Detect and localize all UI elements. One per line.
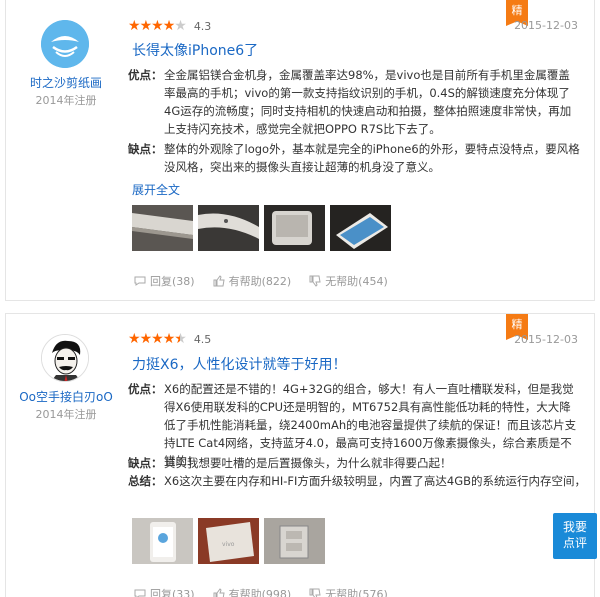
pros-label: 优点：: [128, 68, 163, 82]
reply-count: 回复(38): [150, 275, 195, 288]
cons-row: 缺点： 其实我想要吐槽的是后置摄像头，为什么就非得要凸起！: [128, 454, 580, 472]
review-actions: 回复(33) 有帮助(998) 无帮助(576): [134, 586, 388, 597]
star-icon: ★: [139, 331, 153, 347]
cons-text: 整体的外观除了logo外，基本就是完全的iPhone6的外形，要特点没特点，要风…: [164, 142, 580, 174]
summary-text: X6这次主要在内存和HI-FI方面升级较明显，内置了高达4GB的系统运行内存空间…: [164, 474, 580, 488]
avatar[interactable]: [41, 334, 89, 382]
pros-row: 优点： 全金属铝镁合金机身，金属覆盖率达98%，是vivo也是目前所有手机里金属…: [128, 66, 580, 138]
review-photo[interactable]: vivo: [198, 518, 259, 564]
unhelpful-count: 无帮助(454): [325, 275, 388, 288]
cons-label: 缺点：: [128, 456, 163, 470]
review-date: 2015-12-03: [514, 333, 578, 346]
unhelpful-button[interactable]: 无帮助(454): [309, 273, 388, 289]
user-name[interactable]: 时之沙剪纸画: [6, 74, 126, 91]
unhelpful-button[interactable]: 无帮助(576): [309, 586, 388, 597]
write-review-line2: 点评: [562, 536, 587, 550]
star-icon: ★: [128, 331, 141, 347]
review-photo[interactable]: [264, 518, 325, 564]
user-registered: 2014年注册: [35, 408, 97, 421]
rating-score: 4.5: [193, 332, 212, 346]
review-photo[interactable]: [132, 205, 193, 251]
unhelpful-count: 无帮助(576): [325, 588, 388, 597]
reply-button[interactable]: 回复(33): [134, 586, 195, 597]
helpful-button[interactable]: 有帮助(998): [213, 586, 292, 597]
star-icon: ★: [162, 18, 176, 34]
avatar[interactable]: [41, 20, 89, 68]
expand-link[interactable]: 展开全文: [132, 181, 180, 198]
star-icon: ★: [151, 18, 164, 34]
review-title[interactable]: 力挺X6，人性化设计就等于好用！: [132, 354, 347, 374]
star-icon: ★: [162, 331, 176, 347]
star-icon: ★: [174, 18, 187, 34]
rating-stars: ★ ★ ★ ★ ★ 4.5: [128, 332, 211, 346]
review-photo[interactable]: [264, 205, 325, 251]
summary-label: 总结：: [128, 474, 163, 488]
pros-text: 全金属铝镁合金机身，金属覆盖率达98%，是vivo也是目前所有手机里金属覆盖率最…: [164, 68, 572, 136]
thumbs-down-icon: [309, 275, 321, 287]
rating-score: 4.3: [193, 19, 212, 33]
review-photo[interactable]: [198, 205, 259, 251]
star-icon: ★: [128, 18, 141, 34]
thumbs-up-icon: [213, 588, 225, 597]
review-card: Oo空手接白刃oO 2014年注册 ★ ★ ★ ★ ★ 4.5 精 2015-1…: [5, 313, 595, 597]
thumbs-up-icon: [213, 275, 225, 287]
user-registered: 2014年注册: [35, 94, 97, 107]
reply-button[interactable]: 回复(38): [134, 273, 195, 289]
helpful-button[interactable]: 有帮助(822): [213, 273, 292, 289]
summary-row: 总结： X6这次主要在内存和HI-FI方面升级较明显，内置了高达4GB的系统运行…: [128, 472, 580, 490]
review-title[interactable]: 长得太像iPhone6了: [132, 40, 258, 60]
cons-text: 其实我想要吐槽的是后置摄像头，为什么就非得要凸起！: [164, 456, 452, 470]
photo-strip: vivo: [132, 518, 325, 564]
reply-count: 回复(33): [150, 588, 195, 597]
review-actions: 回复(38) 有帮助(822) 无帮助(454): [134, 273, 388, 289]
photo-strip: [132, 205, 391, 251]
star-half-icon: ★: [174, 331, 187, 347]
star-icon: ★: [151, 331, 164, 347]
helpful-count: 有帮助(822): [228, 275, 292, 288]
review-photo[interactable]: [330, 205, 391, 251]
helpful-count: 有帮助(998): [228, 588, 292, 597]
cons-label: 缺点：: [128, 142, 163, 156]
review-date: 2015-12-03: [514, 19, 578, 32]
write-review-line1: 我要: [562, 520, 587, 534]
star-icon: ★: [139, 18, 153, 34]
review-card: 时之沙剪纸画 2014年注册 ★ ★ ★ ★ ★ 4.3 精 2015-12-0…: [5, 0, 595, 301]
comment-icon: [134, 276, 146, 286]
review-photo[interactable]: [132, 518, 193, 564]
svg-text:vivo: vivo: [222, 541, 235, 548]
thumbs-down-icon: [309, 588, 321, 597]
comment-icon: [134, 589, 146, 597]
write-review-button[interactable]: 我要 点评: [553, 513, 597, 559]
rating-stars: ★ ★ ★ ★ ★ 4.3: [128, 19, 211, 33]
user-name[interactable]: Oo空手接白刃oO: [6, 388, 126, 405]
cons-row: 缺点： 整体的外观除了logo外，基本就是完全的iPhone6的外形，要特点没特…: [128, 140, 580, 176]
